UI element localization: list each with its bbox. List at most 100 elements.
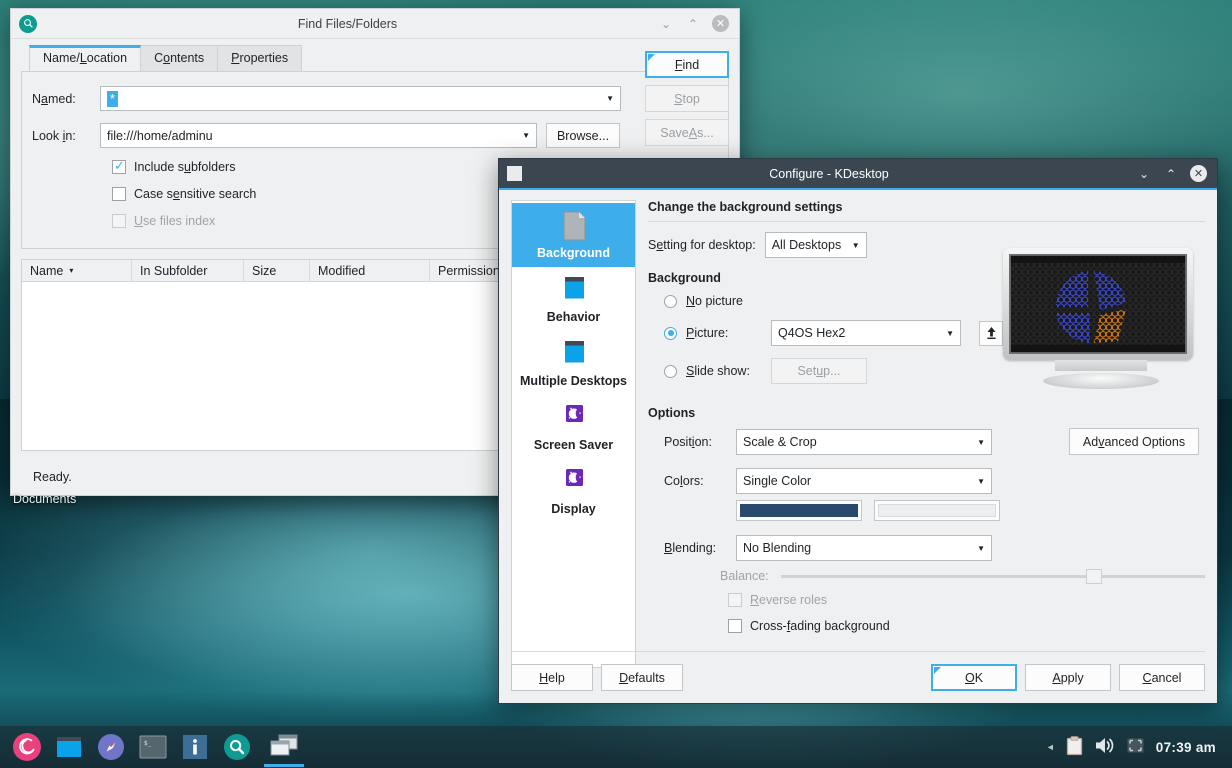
chevron-down-icon[interactable]: ▼ (977, 438, 985, 447)
tab-label-post: ocation (86, 51, 128, 65)
colors-select[interactable]: Single Color ▼ (736, 468, 992, 494)
column-header-modified[interactable]: Modified (310, 260, 430, 281)
chevron-down-icon[interactable]: ▼ (977, 544, 985, 553)
find-titlebar[interactable]: Find Files/Folders ⌄ ⌃ ✕ (11, 9, 739, 39)
lookin-input[interactable]: file:///home/adminu ▼ (100, 123, 537, 148)
sidebar-item-label: Screen Saver (533, 438, 614, 452)
checkbox-label: Include subfolders (134, 160, 235, 174)
configure-kdesktop-window: Configure - KDesktop ⌄ ⌃ ✕ Background Be… (498, 158, 1218, 704)
sort-arrow-icon: ▾ (69, 266, 74, 275)
clock[interactable]: 07:39 am (1156, 740, 1216, 755)
file-manager-icon[interactable] (48, 726, 90, 768)
chevron-down-icon[interactable]: ▼ (522, 131, 530, 140)
minimize-icon[interactable]: ⌄ (1136, 166, 1152, 182)
tab-properties[interactable]: Properties (217, 45, 303, 71)
secondary-color-swatch (878, 504, 996, 517)
search-icon[interactable] (216, 726, 258, 768)
close-icon[interactable]: ✕ (1190, 165, 1207, 182)
upload-arrow-icon[interactable] (979, 320, 1003, 346)
picture-select[interactable]: Q4OS Hex2 ▼ (771, 320, 961, 346)
lookin-label-pre: Look (32, 128, 63, 143)
blending-select[interactable]: No Blending ▼ (736, 535, 992, 561)
configure-titlebar[interactable]: Configure - KDesktop ⌄ ⌃ ✕ (499, 159, 1217, 190)
apply-button[interactable]: Apply (1025, 664, 1111, 691)
desktop-icon-documents-label[interactable]: Documents (13, 492, 76, 506)
defaults-button[interactable]: Defaults (601, 664, 683, 691)
minimize-icon[interactable]: ⌄ (658, 16, 674, 32)
secondary-color-button (874, 500, 1000, 521)
help-button[interactable]: Help (511, 664, 593, 691)
cancel-button[interactable]: Cancel (1119, 664, 1205, 691)
colors-row: Colors: Single Color ▼ (664, 468, 1205, 494)
divider (648, 221, 1205, 222)
find-button[interactable]: Find (645, 51, 729, 78)
monitor-frame (1003, 248, 1193, 360)
column-header-in-subfolder[interactable]: In Subfolder (132, 260, 244, 281)
sidebar-item-screen-saver[interactable]: Screen Saver (512, 395, 635, 459)
checkbox-cross-fading[interactable]: Cross-fading background (728, 619, 1205, 633)
setting-for-desktop-select[interactable]: All Desktops ▼ (764, 232, 867, 258)
checkbox-box[interactable] (112, 187, 126, 201)
configure-window-title: Configure - KDesktop (769, 166, 889, 181)
radio-button[interactable] (664, 364, 677, 378)
chevron-down-icon[interactable]: ▼ (946, 329, 954, 338)
sidebar-item-display[interactable]: Display (512, 459, 635, 523)
chk-accel: U (134, 214, 144, 228)
checkbox-label: Case sensitive search (134, 187, 256, 201)
monitor-stand (1055, 360, 1147, 371)
checkbox-box[interactable] (728, 619, 742, 633)
radio-button[interactable] (664, 326, 677, 340)
windows-task-icon[interactable] (258, 726, 310, 768)
tab-contents[interactable]: Contents (140, 45, 219, 71)
tab-name-location[interactable]: Name/Location (29, 45, 142, 71)
close-icon[interactable]: ✕ (712, 15, 729, 32)
rb-post: o picture (695, 294, 743, 308)
sidebar-item-label: Behavior (546, 310, 601, 324)
clipboard-icon[interactable] (1066, 735, 1083, 759)
chk-pre: Include s (134, 160, 185, 174)
column-label: Modified (318, 263, 366, 278)
setup-accel: u (816, 364, 824, 378)
lookin-value: file:///home/adminu (107, 128, 213, 143)
moon-stars-icon (555, 401, 593, 435)
sidebar-item-multiple-desktops[interactable]: Multiple Desktops (512, 331, 635, 395)
saveas-label-accel: A (688, 125, 698, 140)
saveas-label-pre: Save (660, 125, 689, 140)
chevron-down-icon[interactable]: ▼ (606, 94, 614, 103)
column-header-size[interactable]: Size (244, 260, 310, 281)
position-select[interactable]: Scale & Crop ▼ (736, 429, 992, 455)
debian-menu-icon[interactable] (6, 726, 48, 768)
volume-icon[interactable] (1094, 736, 1115, 758)
def-accel: D (619, 670, 629, 685)
ok-post: K (974, 670, 984, 685)
window-icon (507, 166, 522, 181)
info-icon[interactable] (174, 726, 216, 768)
ok-button[interactable]: OK (931, 664, 1017, 691)
advanced-options-button[interactable]: Ad v anced Options (1069, 428, 1199, 455)
browser-compass-icon[interactable] (90, 726, 132, 768)
rb-accel: N (686, 294, 696, 308)
primary-color-button[interactable] (736, 500, 862, 521)
browse-button[interactable]: Browse... (546, 123, 620, 148)
tray-expand-arrow-icon[interactable]: ◄ (1046, 742, 1055, 752)
named-input[interactable]: * ▼ (100, 86, 621, 111)
chk-accel: e (172, 187, 180, 201)
column-label: Permission (438, 263, 500, 278)
rb-post: lide show: (694, 364, 750, 378)
radio-button[interactable] (664, 294, 677, 308)
maximize-icon[interactable]: ⌃ (1163, 166, 1179, 182)
tab-label-accel: L (79, 51, 87, 65)
position-label: Position: (664, 435, 736, 449)
chevron-down-icon[interactable]: ▼ (977, 477, 985, 486)
checkbox-box[interactable] (112, 158, 126, 174)
column-header-name[interactable]: Name ▾ (22, 260, 132, 281)
sidebar-item-background[interactable]: Background (512, 203, 635, 267)
moon-stars-icon (555, 465, 593, 499)
tab-label-pre: Name/ (43, 51, 80, 65)
chevron-down-icon[interactable]: ▼ (852, 241, 860, 250)
terminal-icon[interactable]: $_ (132, 726, 174, 768)
maximize-icon[interactable]: ⌃ (685, 16, 701, 32)
checkbox-box (728, 593, 742, 607)
sidebar-item-behavior[interactable]: Behavior (512, 267, 635, 331)
display-icon[interactable] (1126, 736, 1145, 758)
